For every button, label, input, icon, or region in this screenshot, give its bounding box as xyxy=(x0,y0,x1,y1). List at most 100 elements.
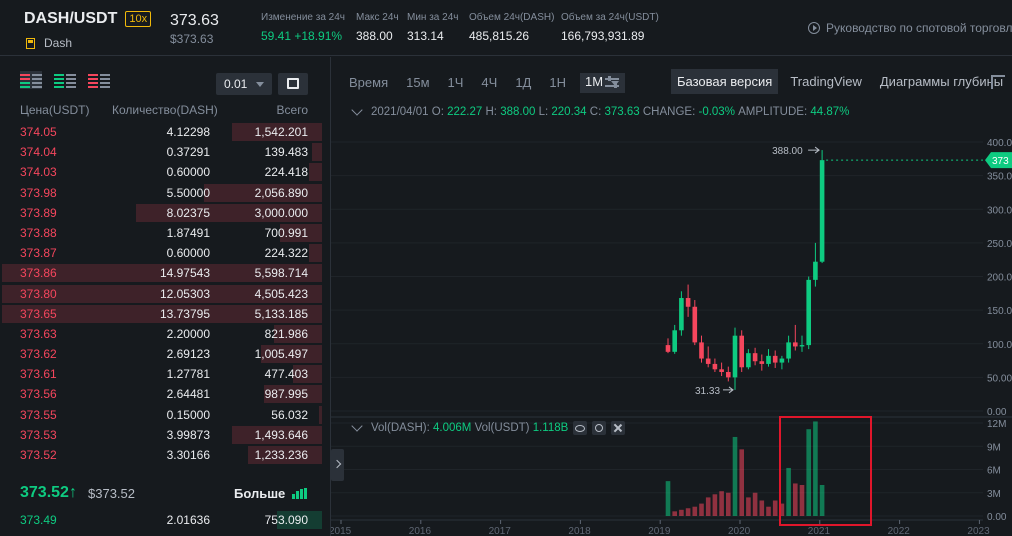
ohlc-high: 388.00 xyxy=(500,106,536,118)
ask-total: 224.322 xyxy=(264,246,308,261)
leverage-badge[interactable]: 10x xyxy=(125,11,152,27)
more-link[interactable]: Больше xyxy=(234,486,285,501)
precision-select[interactable]: 0.01 xyxy=(216,73,272,95)
collapse-panel-button[interactable] xyxy=(331,449,344,481)
ask-row[interactable]: 373.80 12.05303 4,505.423 xyxy=(0,284,326,304)
candle-body xyxy=(779,358,785,363)
fullscreen-icon[interactable] xyxy=(991,75,1005,89)
volume-bar xyxy=(665,481,671,516)
ask-row[interactable]: 373.86 14.97543 5,598.714 xyxy=(0,263,326,283)
candle-body xyxy=(685,298,691,307)
candle-body xyxy=(746,353,751,368)
ask-row[interactable]: 373.87 0.60000 224.322 xyxy=(0,243,326,263)
tab-view[interactable]: Базовая версия xyxy=(671,69,779,94)
volume-bar xyxy=(772,500,778,516)
ask-qty: 0.37291 xyxy=(166,145,210,160)
ask-price: 373.61 xyxy=(20,367,57,382)
tab-interval[interactable]: 4Ч xyxy=(481,75,497,93)
ask-row[interactable]: 374.04 0.37291 139.483 xyxy=(0,142,326,162)
chevron-down-icon[interactable] xyxy=(351,420,363,432)
stat-high: Макс 24ч 388.00 xyxy=(356,12,399,43)
stat-value: 388.00 xyxy=(356,29,393,43)
tab-view[interactable]: TradingView xyxy=(784,69,868,94)
bid-row[interactable]: 373.49 2.01636 753.090 xyxy=(0,510,326,530)
volume-bar xyxy=(819,485,825,516)
eye-icon[interactable] xyxy=(573,421,588,435)
ask-row[interactable]: 373.65 13.73795 5,133.185 xyxy=(0,304,326,324)
ask-row[interactable]: 373.56 2.64481 987.995 xyxy=(0,384,326,404)
orderbook-header: Цена(USDT) Количество(DASH) Всего xyxy=(0,103,326,119)
depth-bar xyxy=(319,405,322,424)
ask-total: 1,493.646 xyxy=(254,427,308,442)
volume-bar xyxy=(685,508,691,516)
ask-qty: 3.30166 xyxy=(166,448,210,462)
pair-title[interactable]: DASH/USDT 10x xyxy=(24,10,152,28)
ask-total: 5,598.714 xyxy=(254,266,308,281)
ask-row[interactable]: 373.55 0.15000 56.032 xyxy=(0,405,326,425)
ask-total: 139.483 xyxy=(264,145,308,160)
ask-row[interactable]: 373.53 3.99873 1,493.646 xyxy=(0,425,326,445)
tab-interval[interactable]: 15м xyxy=(406,75,429,93)
tab-interval[interactable]: 1Д xyxy=(515,75,531,93)
view-asks-icon[interactable] xyxy=(88,71,110,89)
ask-row[interactable]: 373.52 3.30166 1,233.236 xyxy=(0,445,326,465)
tab-interval[interactable]: 1Ч xyxy=(448,75,464,93)
stat-change: Изменение за 24ч 59.41 +18.91% xyxy=(261,12,345,43)
ohlc-change: -0.03% xyxy=(698,106,735,118)
tab-view[interactable]: Диаграммы глубины xyxy=(874,69,1009,94)
col-total: Всего xyxy=(276,103,308,117)
ask-row[interactable]: 373.89 8.02375 3,000.000 xyxy=(0,203,326,223)
tab-interval[interactable]: 1Н xyxy=(549,75,566,93)
view-both-icon[interactable] xyxy=(20,71,42,89)
ask-row[interactable]: 373.88 1.87491 700.991 xyxy=(0,223,326,243)
ask-total: 1,542.201 xyxy=(254,125,308,139)
mid-last-price[interactable]: 373.52↑ xyxy=(20,484,77,502)
view-bids-icon[interactable] xyxy=(54,71,76,89)
close-icon[interactable] xyxy=(611,421,626,435)
low-annotation: 31.33 xyxy=(695,386,720,397)
high-arrow xyxy=(808,146,820,154)
spot-guide-link[interactable]: Руководство по спотовой торговле xyxy=(808,21,1012,35)
price-tick-label: 400.00 xyxy=(987,138,1012,149)
ask-row[interactable]: 373.61 1.27781 477.403 xyxy=(0,364,326,384)
ask-price: 373.98 xyxy=(20,185,57,200)
candlestick-chart[interactable]: 400.00 350.00 300.00 250.00 200.00 150.00 100.… xyxy=(331,57,1012,536)
chevron-down-icon[interactable] xyxy=(351,104,363,116)
ask-qty: 3.99873 xyxy=(166,427,210,442)
ask-row[interactable]: 373.63 2.20000 821.986 xyxy=(0,324,326,344)
price-tick-label: 150.00 xyxy=(987,306,1012,317)
candle-body xyxy=(799,345,805,347)
ask-row[interactable]: 373.62 2.69123 1,005.497 xyxy=(0,344,326,364)
volume-bar xyxy=(806,429,811,516)
volume-bar xyxy=(739,449,744,516)
orderbook-settings-button[interactable] xyxy=(278,73,308,95)
ohlc-low-label: L: xyxy=(538,106,549,118)
volume-tick-label: 0.00 xyxy=(987,512,1007,523)
ask-qty: 14.97543 xyxy=(159,266,210,281)
x-tick-label: 2021 xyxy=(808,526,831,536)
signal-bars-icon xyxy=(292,488,308,499)
ask-row[interactable]: 374.05 4.12298 1,542.201 xyxy=(0,122,326,142)
candle-body xyxy=(719,369,724,372)
coin-link[interactable]: Dash xyxy=(26,36,72,50)
depth-bar xyxy=(312,143,322,162)
ask-qty: 4.12298 xyxy=(166,125,210,139)
gear-icon[interactable] xyxy=(592,421,607,435)
chart-settings-icon[interactable] xyxy=(605,76,619,89)
guide-label: Руководство по спотовой торговле xyxy=(826,21,1012,35)
ask-price: 373.55 xyxy=(20,407,57,422)
price-tick-label: 250.00 xyxy=(987,239,1012,250)
ask-row[interactable]: 373.98 5.50000 2,056.890 xyxy=(0,183,326,203)
ask-qty: 0.15000 xyxy=(166,407,210,422)
ask-row[interactable]: 374.03 0.60000 224.418 xyxy=(0,162,326,182)
x-tick-label: 2023 xyxy=(967,526,990,536)
last-price: 373.63 xyxy=(170,12,219,29)
x-tick-label: 2022 xyxy=(888,526,911,536)
orderbook-view-toggles xyxy=(20,71,110,89)
ask-total: 477.403 xyxy=(264,367,308,382)
volume-bar xyxy=(766,506,771,516)
tab-interval[interactable]: Время xyxy=(349,75,388,93)
volume-bar xyxy=(786,467,791,516)
ask-total: 224.418 xyxy=(264,165,308,180)
ask-qty: 2.20000 xyxy=(166,326,210,341)
